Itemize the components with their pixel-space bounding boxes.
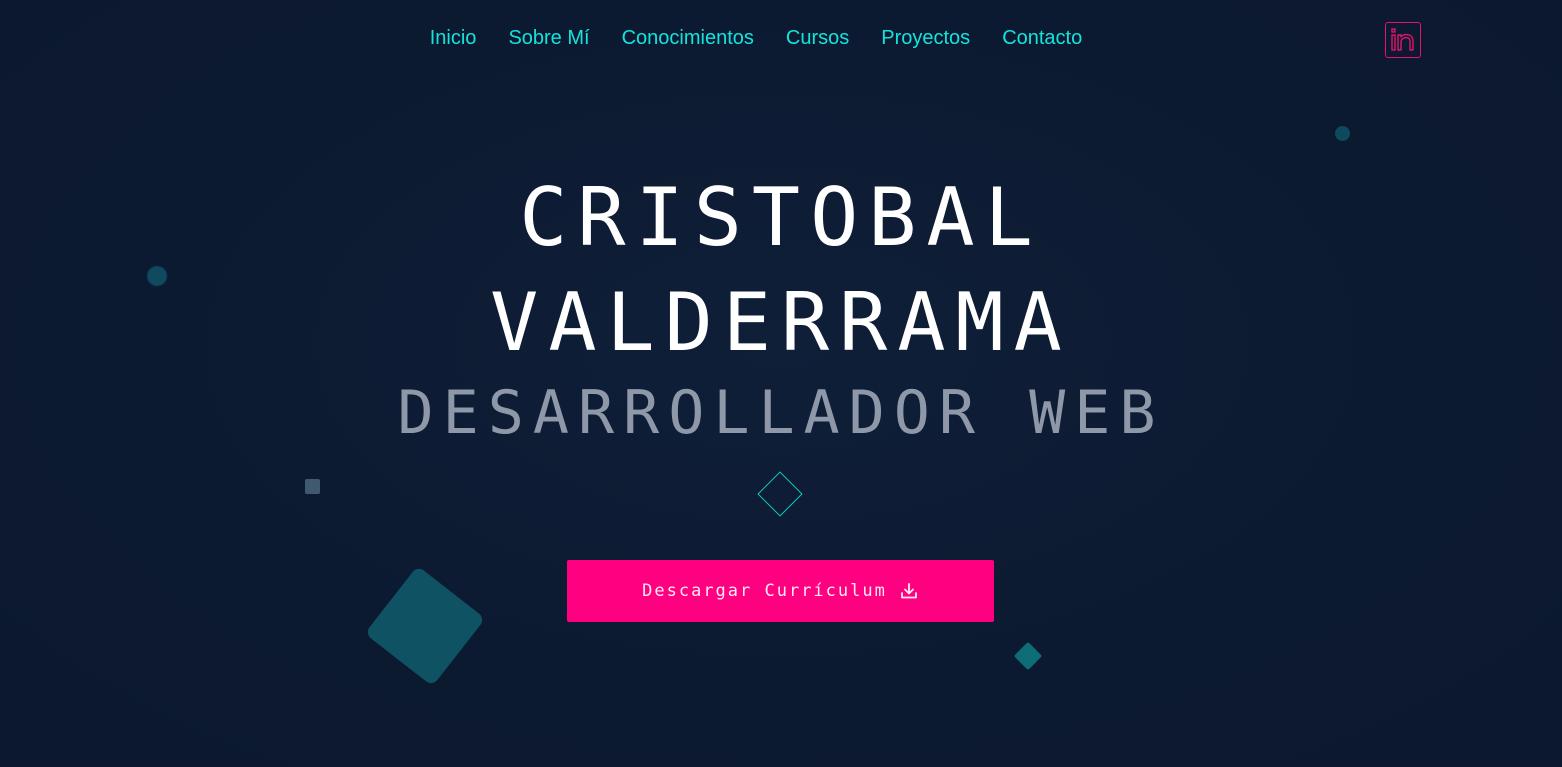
floating-square [364,565,486,687]
nav-item-contacto[interactable]: Contacto [1002,26,1082,50]
nav-item-sobre-mi[interactable]: Sobre Mí [508,26,589,50]
floating-square [305,479,320,494]
hero-first-name: CRISTOBAL [519,171,1043,264]
nav-links: Inicio Sobre Mí Conocimientos Cursos Pro… [0,26,1512,50]
download-cv-button[interactable]: Descargar Currículum [567,560,994,622]
download-cv-label: Descargar Currículum [642,581,887,601]
diamond-divider [757,471,803,517]
nav-item-proyectos[interactable]: Proyectos [881,26,970,50]
nav-item-inicio[interactable]: Inicio [430,26,477,50]
linkedin-glyph [1391,28,1414,51]
linkedin-icon[interactable] [1385,22,1421,58]
hero-role: DESARROLLADOR WEB [397,378,1165,448]
nav-item-conocimientos[interactable]: Conocimientos [622,26,754,50]
page: Inicio Sobre Mí Conocimientos Cursos Pro… [0,0,1562,767]
floating-square [1013,641,1043,671]
download-icon [899,581,919,601]
nav-item-cursos[interactable]: Cursos [786,26,849,50]
main-nav: Inicio Sobre Mí Conocimientos Cursos Pro… [0,0,1562,76]
hero-last-name: VALDERRAMA [490,276,1072,369]
floating-dot [1335,126,1350,141]
